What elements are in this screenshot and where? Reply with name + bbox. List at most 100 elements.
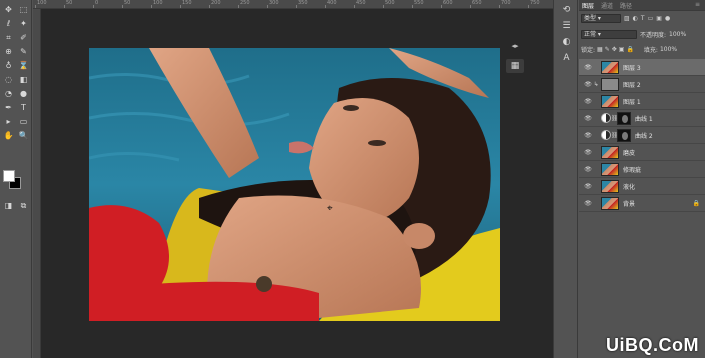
layer-filter-bar: 类型 ▾ ▨ ◐ T ▭ ▣ ● (581, 13, 702, 23)
properties-icon[interactable]: ☰ (560, 20, 573, 32)
filter-adjust-icon[interactable]: ◐ (633, 15, 638, 22)
lock-paint-icon[interactable]: ✎ (605, 46, 610, 53)
collapse-panel-icon[interactable]: ◂▸ (506, 42, 524, 52)
visibility-eye-icon[interactable]: 👁 (583, 144, 593, 161)
layer-row[interactable]: 👁 背景 🔒 (579, 195, 705, 212)
adjustments-icon[interactable]: ◐ (560, 36, 573, 48)
lasso-icon[interactable]: ℓ (1, 18, 16, 30)
history-icon[interactable]: ⟲ (560, 4, 573, 16)
marquee-icon[interactable]: ⬚ (16, 4, 31, 16)
tool-row: ℓ ✦ (1, 18, 31, 30)
blur-icon[interactable]: ◔ (1, 88, 16, 100)
visibility-eye-icon[interactable]: 👁 (583, 110, 593, 127)
tab-channels[interactable]: 通道 (601, 1, 613, 10)
layer-name[interactable]: 磨皮 (623, 148, 635, 157)
layer-row[interactable]: 👁 液化 (579, 178, 705, 195)
lock-transparent-icon[interactable]: ▦ (597, 46, 603, 53)
properties-panel-icon[interactable]: ▦ (506, 59, 524, 73)
visibility-eye-icon[interactable]: 👁 (583, 93, 593, 110)
pen-icon[interactable]: ✒ (1, 102, 16, 114)
visibility-eye-icon[interactable]: 👁 (583, 59, 593, 76)
lock-all-icon[interactable]: 🔒 (626, 46, 633, 53)
layer-thumbnail[interactable] (601, 162, 619, 176)
ruler-label: 550 (414, 0, 424, 6)
visibility-eye-icon[interactable]: 👁 (583, 127, 593, 144)
stamp-icon[interactable]: ♁ (1, 60, 16, 72)
quick-mask-icon[interactable]: ◨ (1, 200, 16, 212)
zoom-icon[interactable]: 🔍 (16, 130, 31, 142)
layer-name[interactable]: 背景 (623, 199, 635, 208)
foreground-color-swatch[interactable] (3, 170, 15, 182)
tool-row: ▸ ▭ (1, 116, 31, 128)
move-icon[interactable]: ✥ (1, 4, 16, 16)
ruler-tick (296, 5, 297, 8)
gradient-icon[interactable]: ◧ (16, 74, 31, 86)
filter-smart-icon[interactable]: ▣ (656, 15, 662, 22)
opacity-label: 不透明度: (640, 31, 667, 39)
ruler-tick (470, 5, 471, 8)
screen-mode-icon[interactable]: ⧉ (16, 200, 31, 212)
layer-mask-thumbnail[interactable] (617, 111, 631, 125)
panel-icon-strip: ⟲ ☰ ◐ A (553, 0, 578, 358)
filter-shape-icon[interactable]: ▭ (648, 15, 654, 22)
filter-kind-label: 类型 (584, 14, 597, 22)
layer-thumbnail[interactable] (601, 77, 619, 91)
magic-wand-icon[interactable]: ✦ (16, 18, 31, 30)
layer-name[interactable]: 液化 (623, 182, 635, 191)
eraser-icon[interactable]: ◌ (1, 74, 16, 86)
lock-artboard-icon[interactable]: ▣ (619, 46, 625, 53)
visibility-eye-icon[interactable]: 👁 (583, 76, 593, 93)
layer-thumbnail[interactable] (601, 196, 619, 210)
fill-value[interactable]: 100% (660, 46, 677, 53)
layer-thumbnail[interactable] (601, 179, 619, 193)
curves-adjustment-icon[interactable] (601, 130, 611, 140)
layer-row[interactable]: 👁 图层 3 (579, 59, 705, 76)
layer-row[interactable]: 👁 磨皮 (579, 144, 705, 161)
ruler-label: 650 (472, 0, 482, 6)
blend-mode-select[interactable]: 正常 ▾ (581, 29, 637, 39)
visibility-eye-icon[interactable]: 👁 (583, 195, 593, 212)
layer-row[interactable]: 👁 图层 1 (579, 93, 705, 110)
layer-thumbnail[interactable] (601, 60, 619, 74)
layer-name[interactable]: 图层 3 (623, 63, 641, 72)
layer-row[interactable]: 👁 ⛓ 曲线 2 (579, 127, 705, 144)
brush-icon[interactable]: ✎ (16, 46, 31, 58)
vertical-ruler (33, 9, 41, 358)
panel-menu-icon[interactable]: ≡ (695, 1, 700, 8)
shape-icon[interactable]: ▭ (16, 116, 31, 128)
tool-row: ✥ ⬚ (1, 4, 31, 16)
filter-type-icon[interactable]: T (641, 15, 645, 22)
layer-row[interactable]: 👁 ↳ 图层 2 (579, 76, 705, 93)
dodge-icon[interactable]: ● (16, 88, 31, 100)
path-select-icon[interactable]: ▸ (1, 116, 16, 128)
lock-position-icon[interactable]: ✥ (612, 46, 617, 53)
filter-toggle-icon[interactable]: ● (665, 15, 670, 22)
document-image[interactable] (89, 48, 500, 321)
layer-thumbnail[interactable] (601, 145, 619, 159)
layer-name[interactable]: 修瑕疵 (623, 165, 641, 174)
layer-row[interactable]: 👁 ⛓ 曲线 1 (579, 110, 705, 127)
hand-icon[interactable]: ✋ (1, 130, 16, 142)
tab-paths[interactable]: 路径 (620, 1, 632, 10)
filter-pixel-icon[interactable]: ▨ (624, 15, 630, 22)
layer-name[interactable]: 曲线 1 (635, 114, 653, 123)
visibility-eye-icon[interactable]: 👁 (583, 161, 593, 178)
layer-name[interactable]: 曲线 2 (635, 131, 653, 140)
opacity-value[interactable]: 100% (669, 31, 686, 38)
curves-adjustment-icon[interactable] (601, 113, 611, 123)
healing-icon[interactable]: ⊕ (1, 46, 16, 58)
eyedropper-icon[interactable]: ✐ (16, 32, 31, 44)
layer-name[interactable]: 图层 1 (623, 97, 641, 106)
crop-icon[interactable]: ⌗ (1, 32, 16, 44)
layer-mask-thumbnail[interactable] (617, 128, 631, 142)
layer-thumbnail[interactable] (601, 94, 619, 108)
ruler-tick (412, 5, 413, 8)
filter-kind-select[interactable]: 类型 ▾ (581, 13, 621, 23)
history-brush-icon[interactable]: ⌛ (16, 60, 31, 72)
layer-name[interactable]: 图层 2 (623, 80, 641, 89)
tab-layers[interactable]: 图层 (582, 1, 594, 10)
character-icon[interactable]: A (560, 52, 573, 64)
type-icon[interactable]: T (16, 102, 31, 114)
layer-row[interactable]: 👁 修瑕疵 (579, 161, 705, 178)
visibility-eye-icon[interactable]: 👁 (583, 178, 593, 195)
